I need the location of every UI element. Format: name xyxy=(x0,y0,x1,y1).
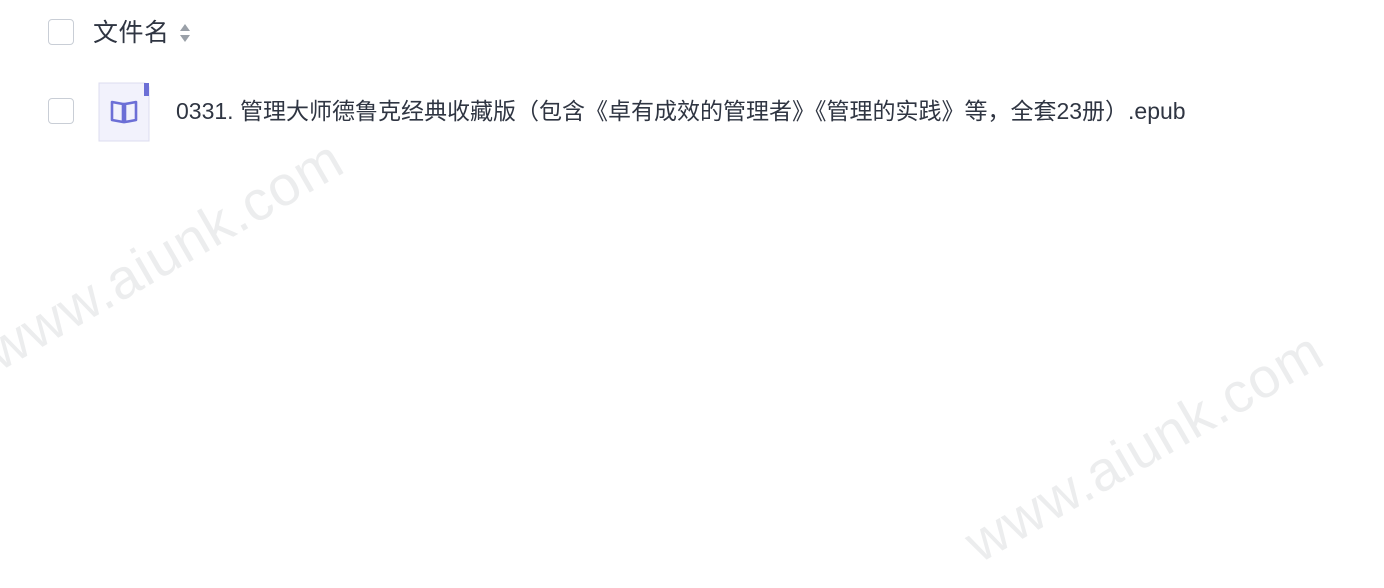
sort-icon[interactable] xyxy=(178,21,192,45)
filename-column-title[interactable]: 文件名 xyxy=(93,17,170,49)
watermark-text: www.aiunk.com xyxy=(0,126,354,383)
ebook-file-icon xyxy=(98,82,150,142)
file-list-header: 文件名 xyxy=(0,0,1384,66)
file-select-checkbox[interactable] xyxy=(48,98,74,124)
watermark-text: www.aiunk.com xyxy=(954,318,1334,575)
file-name-link[interactable]: 0331. 管理大师德鲁克经典收藏版（包含《卓有成效的管理者》《管理的实践》等，… xyxy=(176,95,1186,127)
select-all-checkbox[interactable] xyxy=(48,19,74,45)
file-row[interactable]: 0331. 管理大师德鲁克经典收藏版（包含《卓有成效的管理者》《管理的实践》等，… xyxy=(0,80,1384,144)
